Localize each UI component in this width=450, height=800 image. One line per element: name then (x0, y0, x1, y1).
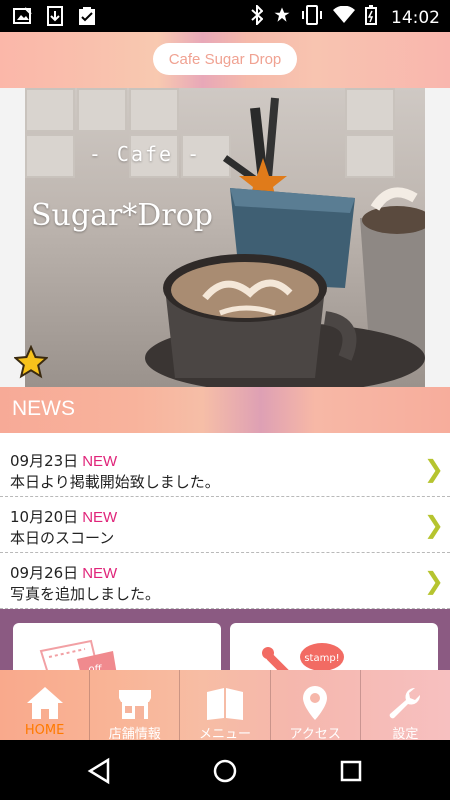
hero-caption-cafe: - Cafe - (88, 142, 202, 166)
news-section-title: NEWS (12, 397, 75, 420)
tab-access[interactable]: アクセス (269, 670, 360, 742)
status-time: 14:02 (391, 8, 440, 28)
wrench-icon (390, 687, 421, 719)
news-item[interactable]: 09月26日 NEW 写真を追加しました。 ❯ (0, 553, 450, 609)
news-item[interactable]: 09月23日 NEW 本日より掲載開始致しました。 ❯ (0, 441, 450, 497)
hero-caption-main: Sugar*Drop (31, 198, 213, 233)
news-date-text: 09月23日 (10, 452, 79, 470)
news-date: 10月20日 NEW (10, 506, 117, 527)
new-badge: NEW (82, 453, 118, 470)
photo-edit-icon (12, 6, 34, 26)
map-pin-icon (303, 686, 328, 720)
system-nav-bar (0, 740, 450, 800)
back-icon[interactable] (84, 756, 114, 786)
tab-menu[interactable]: メニュー (179, 670, 269, 742)
status-bar: 14:02 (0, 0, 450, 32)
tab-home[interactable]: HOME (0, 670, 89, 740)
app-header: Cafe Sugar Drop (0, 32, 450, 88)
news-title: 本日より掲載開始致しました。 (10, 473, 220, 491)
store-icon (118, 690, 151, 719)
stamp-label: stamp! (304, 653, 339, 664)
news-list: 09月23日 NEW 本日より掲載開始致しました。 ❯ 10月20日 NEW 本日の… (0, 441, 450, 609)
recents-icon[interactable] (336, 756, 366, 786)
star-icon (273, 6, 291, 30)
download-icon (44, 6, 66, 26)
battery-icon (365, 5, 377, 31)
news-title: 写真を追加しました。 (10, 585, 161, 603)
bluetooth-icon (251, 3, 264, 31)
news-header: NEWS (0, 387, 450, 433)
news-item[interactable]: 10月20日 NEW 本日のスコーン ❯ (0, 497, 450, 553)
tab-store-info[interactable]: 店舗情報 (89, 670, 179, 742)
header-title: Cafe Sugar Drop (153, 43, 297, 75)
chevron-right-icon: ❯ (423, 455, 444, 483)
tab-settings[interactable]: 設定 (359, 670, 450, 742)
news-date: 09月23日 NEW (10, 450, 117, 471)
news-date: 09月26日 NEW (10, 562, 117, 583)
favorite-star-icon[interactable] (14, 345, 48, 379)
wifi-icon (333, 5, 355, 30)
home-icon (26, 687, 63, 719)
chevron-right-icon: ❯ (423, 511, 444, 539)
news-date-text: 10月20日 (10, 508, 79, 526)
new-badge: NEW (82, 509, 118, 526)
news-date-text: 09月26日 (10, 564, 79, 582)
promo-area: off stamp! (0, 609, 450, 683)
bottom-tab-bar: HOME 店舗情報 メニュー アクセス 設定 (0, 670, 450, 742)
hero-image: - Cafe - Sugar*Drop (25, 88, 425, 387)
new-badge: NEW (82, 565, 118, 582)
menu-book-icon (207, 688, 243, 720)
home-circle-icon[interactable] (210, 756, 240, 786)
cafe-photo-illustration (145, 97, 425, 387)
vibrate-icon (301, 5, 323, 31)
clipboard-check-icon (76, 6, 98, 26)
tab-label: HOME (24, 723, 65, 738)
news-title: 本日のスコーン (10, 529, 115, 547)
chevron-right-icon: ❯ (423, 567, 444, 595)
